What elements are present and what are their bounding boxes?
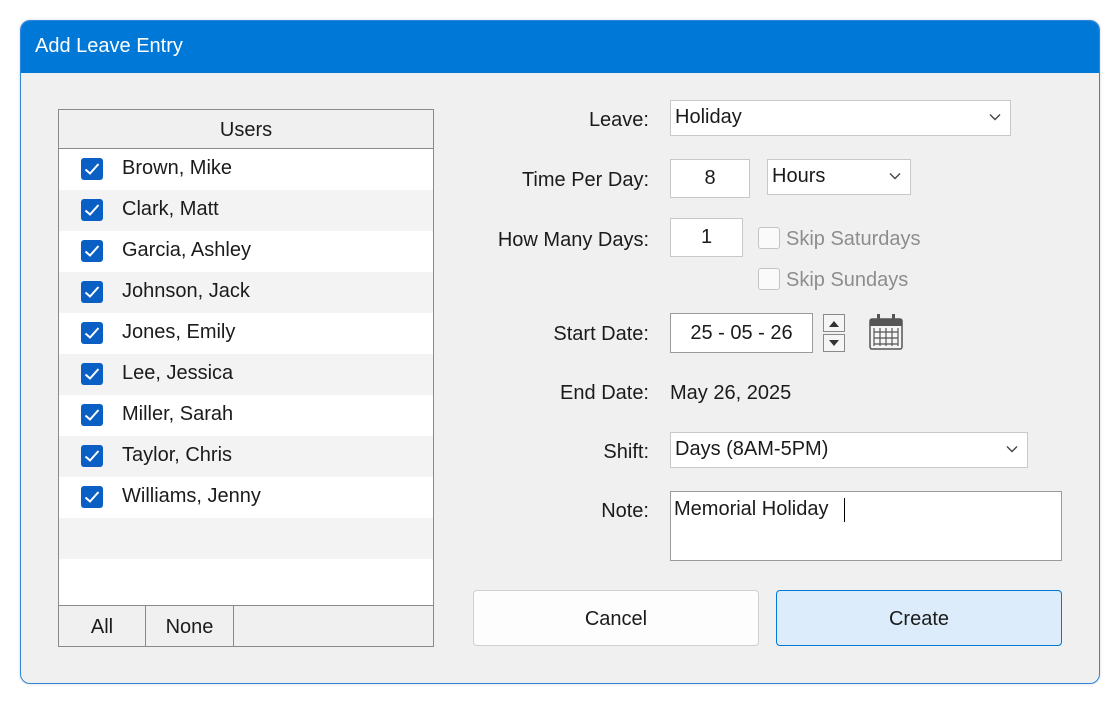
user-checkbox[interactable] [81, 240, 103, 262]
end-date-label: End Date: [560, 382, 649, 404]
checkmark-icon [84, 245, 100, 257]
list-item[interactable]: Taylor, Chris [59, 436, 433, 477]
list-item[interactable]: Johnson, Jack [59, 272, 433, 313]
chevron-down-icon [1006, 446, 1018, 453]
shift-dropdown[interactable]: Days (8AM-5PM) [670, 432, 1028, 468]
time-per-day-input[interactable]: 8 [670, 159, 750, 198]
cancel-button[interactable]: Cancel [473, 590, 759, 646]
arrow-up-icon [829, 321, 839, 327]
list-item[interactable]: Clark, Matt [59, 190, 433, 231]
how-many-days-label: How Many Days: [497, 229, 649, 251]
list-item[interactable]: Miller, Sarah [59, 395, 433, 436]
user-checkbox[interactable] [81, 363, 103, 385]
time-unit-value: Hours [772, 165, 826, 187]
select-all-button[interactable]: All [59, 606, 146, 646]
list-item[interactable]: Brown, Mike [59, 149, 433, 190]
users-footer: All None [59, 605, 433, 646]
user-checkbox[interactable] [81, 404, 103, 426]
user-checkbox[interactable] [81, 158, 103, 180]
add-leave-entry-dialog: Add Leave Entry Users Brown, Mike Clark, … [20, 20, 1100, 684]
user-name: Taylor, Chris [122, 444, 233, 466]
user-name: Brown, Mike [122, 157, 233, 179]
skip-sundays-checkbox[interactable] [758, 268, 780, 290]
list-item[interactable]: Williams, Jenny [59, 477, 433, 518]
skip-sundays-label: Skip Sundays [786, 269, 909, 291]
checkmark-icon [84, 409, 100, 421]
users-list: Users Brown, Mike Clark, Matt Garcia, Ashl… [58, 109, 434, 647]
chevron-down-icon [889, 173, 901, 180]
user-checkbox[interactable] [81, 199, 103, 221]
user-checkbox[interactable] [81, 445, 103, 467]
checkmark-icon [84, 450, 100, 462]
checkmark-icon [84, 204, 100, 216]
user-name: Clark, Matt [122, 198, 219, 220]
window-title: Add Leave Entry [35, 35, 183, 57]
user-name: Garcia, Ashley [122, 239, 251, 261]
user-name: Lee, Jessica [122, 362, 234, 384]
how-many-days-input[interactable]: 1 [670, 218, 743, 257]
list-item[interactable]: Garcia, Ashley [59, 231, 433, 272]
skip-saturdays-checkbox[interactable] [758, 227, 780, 249]
shift-label: Shift: [603, 441, 649, 463]
users-column-header[interactable]: Users [59, 110, 433, 149]
note-textarea[interactable]: Memorial Holiday [670, 491, 1062, 561]
arrow-down-icon [829, 340, 839, 346]
date-increment-button[interactable] [823, 314, 845, 332]
checkmark-icon [84, 327, 100, 339]
user-checkbox[interactable] [81, 281, 103, 303]
user-checkbox[interactable] [81, 322, 103, 344]
shift-value: Days (8AM-5PM) [675, 438, 829, 460]
user-name: Jones, Emily [122, 321, 236, 343]
empty-row [59, 518, 433, 559]
time-unit-dropdown[interactable]: Hours [767, 159, 911, 195]
user-name: Johnson, Jack [122, 280, 250, 302]
list-item[interactable]: Jones, Emily [59, 313, 433, 354]
checkmark-icon [84, 286, 100, 298]
leave-type-dropdown[interactable]: Holiday [670, 100, 1011, 136]
user-name: Miller, Sarah [122, 403, 234, 425]
checkmark-icon [84, 368, 100, 380]
end-date-value: May 26, 2025 [670, 382, 792, 404]
leave-label: Leave: [588, 109, 649, 131]
start-date-input[interactable]: 25 - 05 - 26 [670, 313, 813, 353]
calendar-icon[interactable] [868, 313, 904, 351]
user-checkbox[interactable] [81, 486, 103, 508]
text-cursor [844, 498, 845, 522]
start-date-label: Start Date: [553, 323, 649, 345]
list-item[interactable]: Lee, Jessica [59, 354, 433, 395]
select-none-button[interactable]: None [146, 606, 234, 646]
skip-saturdays-label: Skip Saturdays [786, 228, 921, 250]
checkmark-icon [84, 163, 100, 175]
create-button[interactable]: Create [776, 590, 1062, 646]
leave-type-value: Holiday [675, 106, 742, 128]
date-decrement-button[interactable] [823, 334, 845, 352]
time-per-day-label: Time Per Day: [521, 169, 649, 191]
note-text: Memorial Holiday [674, 498, 829, 520]
title-bar: Add Leave Entry [21, 21, 1099, 73]
checkmark-icon [84, 491, 100, 503]
chevron-down-icon [989, 114, 1001, 121]
user-name: Williams, Jenny [122, 485, 261, 507]
note-label: Note: [601, 500, 649, 522]
